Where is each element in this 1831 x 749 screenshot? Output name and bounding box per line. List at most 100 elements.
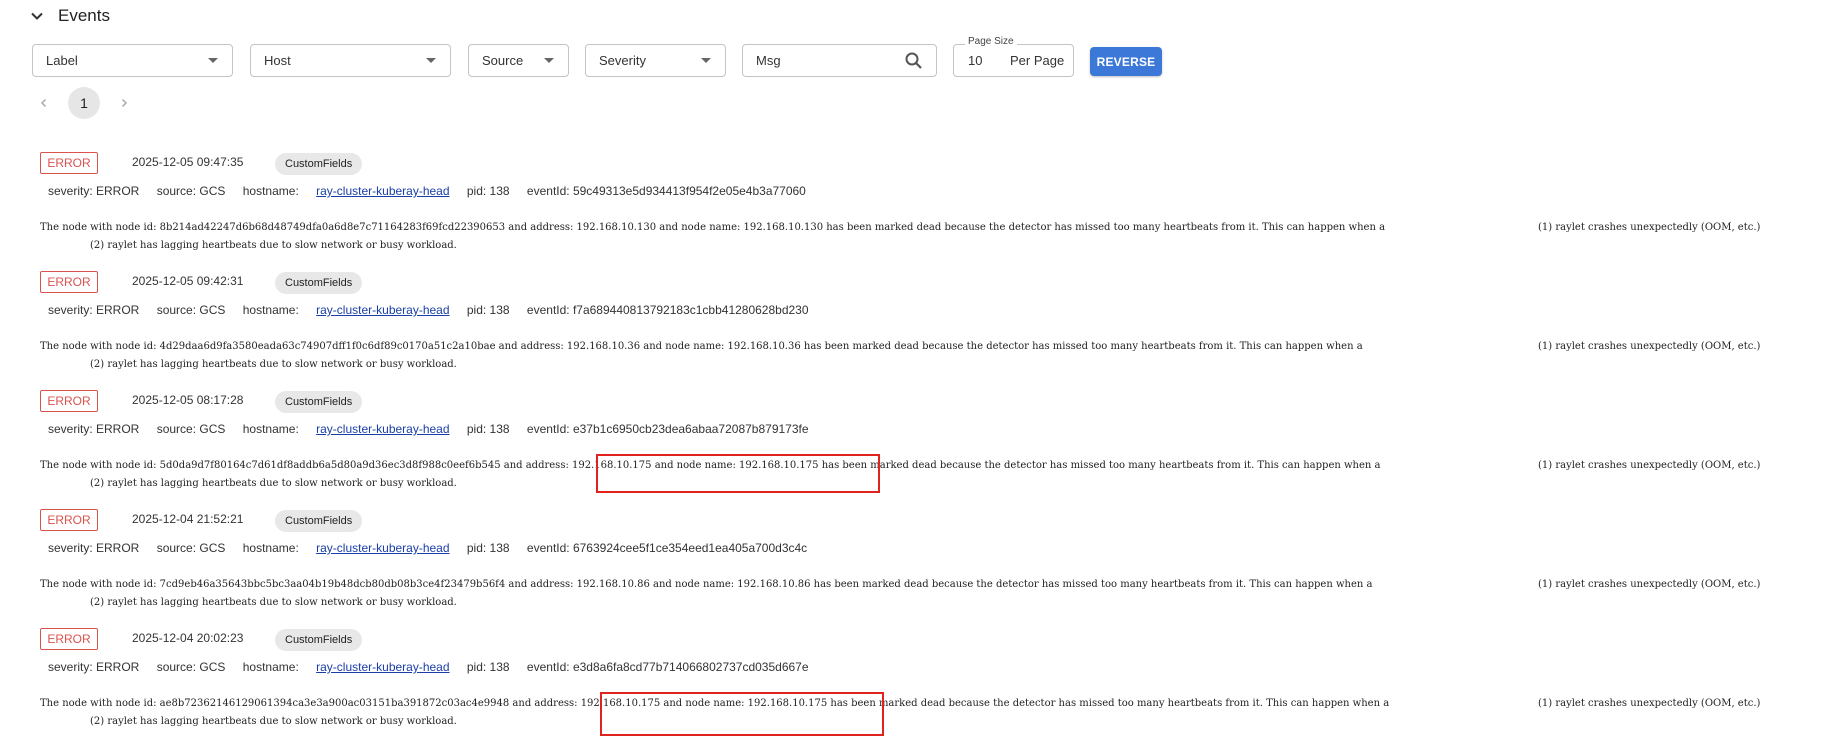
event-source: source: GCS	[156, 303, 226, 317]
event-message-tail: (1) raylet crashes unexpectedly (OOM, et…	[1538, 698, 1761, 709]
event-hostname: hostname: ray-cluster-kuberay-head	[243, 541, 450, 555]
chevron-down-icon[interactable]	[26, 5, 48, 27]
event-message-tail: (1) raylet crashes unexpectedly (OOM, et…	[1538, 460, 1761, 471]
event-hostname: hostname: ray-cluster-kuberay-head	[243, 422, 450, 436]
error-badge: ERROR	[40, 509, 98, 531]
event-pid: pid: 138	[466, 422, 510, 436]
custom-fields-chip[interactable]: CustomFields	[275, 629, 363, 651]
dropdown-caret-icon	[426, 58, 436, 63]
event-entry: ERROR 2025-12-05 08:17:28 CustomFields s…	[0, 390, 1831, 509]
event-source: source: GCS	[156, 184, 226, 198]
reverse-button[interactable]: REVERSE	[1090, 47, 1162, 76]
page-size-input[interactable]: Page Size 10 Per Page	[953, 36, 1074, 77]
error-badge: ERROR	[40, 390, 98, 412]
event-message: The node with node id: 8b214ad42247d6b68…	[40, 219, 1810, 255]
event-message-line2: (2) raylet has lagging heartbeats due to…	[90, 716, 457, 727]
custom-fields-chip[interactable]: CustomFields	[275, 391, 363, 413]
hostname-label: hostname:	[242, 303, 299, 317]
hostname-link[interactable]: ray-cluster-kuberay-head	[316, 422, 449, 436]
custom-fields-chip[interactable]: CustomFields	[275, 510, 363, 532]
prev-page-icon[interactable]	[34, 93, 54, 113]
dropdown-caret-icon	[544, 58, 554, 63]
hostname-label: hostname:	[242, 660, 299, 674]
page-button-current[interactable]: 1	[68, 87, 100, 119]
event-message-tail: (1) raylet crashes unexpectedly (OOM, et…	[1538, 222, 1761, 233]
label-select[interactable]: Label	[32, 44, 233, 77]
highlight-box	[600, 692, 884, 736]
event-id: eventId: 6763924cee5f1ce354eed1ea405a700…	[526, 541, 808, 555]
error-badge: ERROR	[40, 152, 98, 174]
search-icon[interactable]	[904, 51, 924, 71]
severity-select[interactable]: Severity	[585, 44, 726, 77]
event-severity: severity: ERROR	[48, 660, 140, 674]
msg-search-input[interactable]: Msg	[742, 44, 937, 77]
event-timestamp: 2025-12-05 09:42:31	[132, 274, 244, 288]
event-severity: severity: ERROR	[48, 422, 140, 436]
hostname-label: hostname:	[242, 422, 299, 436]
event-pid: pid: 138	[466, 541, 510, 555]
event-id: eventId: e37b1c6950cb23dea6abaa72087b879…	[526, 422, 809, 436]
event-message: The node with node id: 5d0da9d7f80164c7d…	[40, 457, 1810, 493]
custom-fields-chip[interactable]: CustomFields	[275, 153, 363, 175]
host-select-value: Host	[264, 53, 291, 68]
event-severity: severity: ERROR	[48, 184, 140, 198]
event-pid: pid: 138	[466, 303, 510, 317]
pagination: 1	[34, 87, 134, 119]
hostname-label: hostname:	[242, 184, 299, 198]
source-select-value: Source	[482, 53, 524, 68]
event-source: source: GCS	[156, 422, 226, 436]
event-source: source: GCS	[156, 541, 226, 555]
event-meta: severity: ERROR source: GCS hostname: ra…	[48, 660, 823, 674]
event-pid: pid: 138	[466, 660, 510, 674]
event-hostname: hostname: ray-cluster-kuberay-head	[243, 303, 450, 317]
event-meta: severity: ERROR source: GCS hostname: ra…	[48, 184, 820, 198]
events-section-header[interactable]: Events	[26, 5, 110, 27]
event-source: source: GCS	[156, 660, 226, 674]
error-badge: ERROR	[40, 271, 98, 293]
label-select-value: Label	[46, 53, 78, 68]
event-meta: severity: ERROR source: GCS hostname: ra…	[48, 422, 823, 436]
page-size-unit: Per Page	[1010, 53, 1065, 68]
event-message: The node with node id: ae8b7236214612906…	[40, 695, 1810, 731]
event-severity: severity: ERROR	[48, 303, 140, 317]
event-message-tail: (1) raylet crashes unexpectedly (OOM, et…	[1538, 341, 1761, 352]
event-entry: ERROR 2025-12-04 20:02:23 CustomFields s…	[0, 628, 1831, 747]
event-message: The node with node id: 7cd9eb46a35643bbc…	[40, 576, 1810, 612]
error-badge: ERROR	[40, 628, 98, 650]
source-select[interactable]: Source	[468, 44, 569, 77]
msg-search-placeholder: Msg	[756, 53, 781, 68]
host-select[interactable]: Host	[250, 44, 451, 77]
event-message-line2: (2) raylet has lagging heartbeats due to…	[90, 359, 457, 370]
event-message-tail: (1) raylet crashes unexpectedly (OOM, et…	[1538, 579, 1761, 590]
event-pid: pid: 138	[466, 184, 510, 198]
custom-fields-chip[interactable]: CustomFields	[275, 272, 363, 294]
event-timestamp: 2025-12-04 21:52:21	[132, 512, 244, 526]
severity-select-value: Severity	[599, 53, 646, 68]
event-message: The node with node id: 4d29daa6d9fa3580e…	[40, 338, 1810, 374]
event-id: eventId: e3d8a6fa8cd77b714066802737cd035…	[526, 660, 809, 674]
hostname-link[interactable]: ray-cluster-kuberay-head	[316, 184, 449, 198]
event-id: eventId: f7a689440813792183c1cbb41280628…	[526, 303, 809, 317]
hostname-label: hostname:	[242, 541, 299, 555]
hostname-link[interactable]: ray-cluster-kuberay-head	[316, 541, 449, 555]
hostname-link[interactable]: ray-cluster-kuberay-head	[316, 303, 449, 317]
event-message-line2: (2) raylet has lagging heartbeats due to…	[90, 478, 457, 489]
event-entry: ERROR 2025-12-05 09:47:35 CustomFields s…	[0, 152, 1831, 271]
event-hostname: hostname: ray-cluster-kuberay-head	[243, 660, 450, 674]
event-entry: ERROR 2025-12-05 09:42:31 CustomFields s…	[0, 271, 1831, 390]
event-meta: severity: ERROR source: GCS hostname: ra…	[48, 541, 821, 555]
highlight-box	[596, 454, 880, 493]
event-id: eventId: 59c49313e5d934413f954f2e05e4b3a…	[526, 184, 806, 198]
event-timestamp: 2025-12-05 09:47:35	[132, 155, 244, 169]
page-size-legend: Page Size	[965, 36, 1017, 47]
event-timestamp: 2025-12-04 20:02:23	[132, 631, 244, 645]
event-entry: ERROR 2025-12-04 21:52:21 CustomFields s…	[0, 509, 1831, 628]
next-page-icon[interactable]	[114, 93, 134, 113]
dropdown-caret-icon	[208, 58, 218, 63]
event-severity: severity: ERROR	[48, 541, 140, 555]
event-meta: severity: ERROR source: GCS hostname: ra…	[48, 303, 823, 317]
event-hostname: hostname: ray-cluster-kuberay-head	[243, 184, 450, 198]
event-message-line2: (2) raylet has lagging heartbeats due to…	[90, 240, 457, 251]
hostname-link[interactable]: ray-cluster-kuberay-head	[316, 660, 449, 674]
page-size-value[interactable]: 10	[968, 53, 998, 68]
